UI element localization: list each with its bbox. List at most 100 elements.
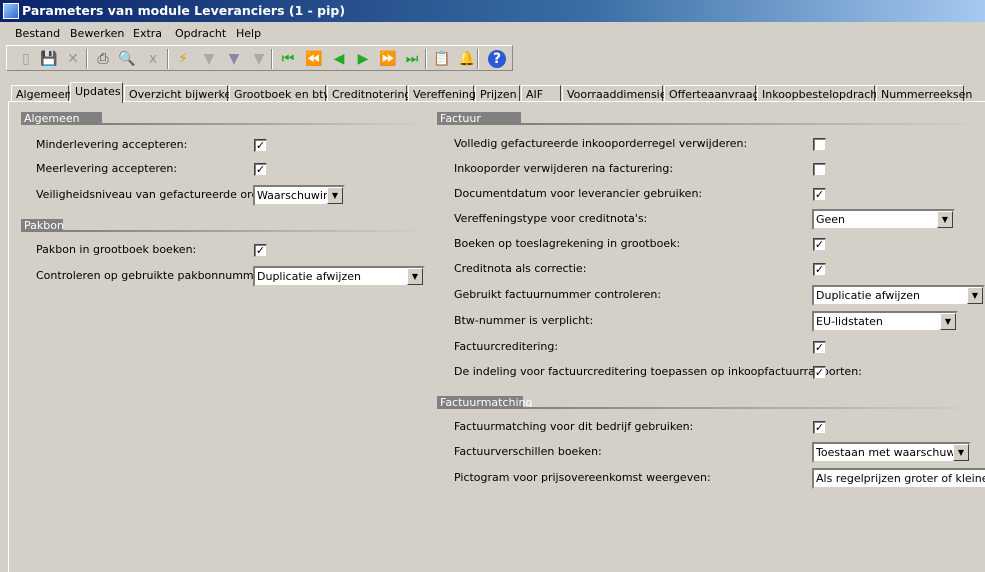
tab-voorraaddimensies[interactable]: Voorraaddimensies	[562, 85, 672, 102]
label-minderlevering-accepteren: Minderlevering accepteren:	[36, 138, 188, 151]
select-btw-nummer-is-verplicht[interactable]: EU-lidstaten ▼	[812, 311, 958, 332]
label-volledig-gefactureerde-inkooporderregel-verwijderen: Volledig gefactureerde inkooporderregel …	[454, 137, 748, 150]
checkbox-meerlevering-accepteren[interactable]: ✓	[254, 163, 267, 176]
label-factuurcreditering: Factuurcreditering:	[454, 340, 559, 353]
checkbox-minderlevering-accepteren[interactable]: ✓	[254, 139, 267, 152]
save-icon[interactable]: 💾	[40, 50, 58, 68]
group-header-factuur: Factuur	[437, 112, 521, 125]
select-value: Als regelprijzen groter of kleiner zijn	[816, 472, 985, 485]
tab-vereffening[interactable]: Vereffening	[408, 85, 476, 102]
toolbar-separator	[425, 49, 427, 69]
menu-bestand[interactable]: Bestand	[15, 27, 60, 40]
checkbox-volledig-gefactureerde-inkooporderregel-verwijderen[interactable]	[813, 138, 826, 151]
previous-record-icon[interactable]: ◀	[330, 50, 348, 68]
menu-bewerken[interactable]: Bewerken	[70, 27, 124, 40]
label-vereffeningstype-voor-creditnota-s: Vereffeningstype voor creditnota's:	[454, 212, 648, 225]
alert-icon[interactable]: 🔔	[458, 50, 476, 68]
group-divider	[521, 123, 985, 125]
menu-extra[interactable]: Extra	[133, 27, 162, 40]
group-divider	[63, 230, 430, 232]
label-pakbon-in-grootboek-boeken: Pakbon in grootboek boeken:	[36, 243, 197, 256]
first-record-icon[interactable]: ⏮	[279, 50, 297, 68]
checkbox-pakbon-in-grootboek-boeken[interactable]: ✓	[254, 244, 267, 257]
checkbox-factuurmatching-voor-dit-bedrijf-gebruiken[interactable]: ✓	[813, 421, 826, 434]
label-gebruikt-factuurnummer-controleren: Gebruikt factuurnummer controleren:	[454, 288, 662, 301]
select-gebruikt-factuurnummer-controleren[interactable]: Duplicatie afwijzen ▼	[812, 285, 985, 306]
label-pictogram-voor-prijsovereenkomst-weergeven: Pictogram voor prijsovereenkomst weergev…	[454, 471, 711, 484]
excel-icon[interactable]: x	[144, 50, 162, 68]
checkbox-boeken-op-toeslagrekening-in-grootboek[interactable]: ✓	[813, 238, 826, 251]
menu-opdracht[interactable]: Opdracht	[175, 27, 226, 40]
toolbar-separator	[86, 49, 88, 69]
tab-grootboek-en-btw[interactable]: Grootboek en btw	[229, 85, 332, 102]
filter-by-selection-icon[interactable]: ⚡	[174, 50, 192, 68]
checkbox-de-indeling-voor-factuurcreditering-toepassen-op-inkoopfactuurrapporten[interactable]: ✓	[813, 366, 826, 379]
menu-help[interactable]: Help	[236, 27, 261, 40]
select-vereffeningstype-voor-creditnota-s[interactable]: Geen ▼	[812, 209, 955, 230]
filter-advanced-icon[interactable]: ▼	[200, 50, 218, 68]
filter-edit-icon[interactable]: ▼	[225, 50, 243, 68]
chevron-down-icon[interactable]: ▼	[407, 268, 423, 285]
checkbox-documentdatum-voor-leverancier-gebruiken[interactable]: ✓	[813, 188, 826, 201]
app-icon	[3, 3, 19, 19]
next-page-icon[interactable]: ⏩	[379, 50, 397, 68]
toolbar-separator	[477, 49, 479, 69]
select-value: EU-lidstaten	[816, 315, 883, 328]
select-pictogram-voor-prijsovereenkomst-weergeven[interactable]: Als regelprijzen groter of kleiner zijn	[812, 468, 985, 489]
toolbar-separator	[271, 49, 273, 69]
group-divider	[523, 407, 985, 409]
tab-algemeen[interactable]: Algemeen	[11, 85, 72, 102]
group-header-pakbon: Pakbon	[21, 219, 64, 232]
label-inkooporder-verwijderen-na-facturering: Inkooporder verwijderen na facturering:	[454, 162, 674, 175]
window-title: Parameters van module Leveranciers (1 - …	[22, 3, 346, 18]
print-icon[interactable]: ⎙	[94, 50, 112, 68]
label-btw-nummer-is-verplicht: Btw-nummer is verplicht:	[454, 314, 594, 327]
tab-overzicht-bijwerken[interactable]: Overzicht bijwerken	[124, 85, 238, 102]
new-icon[interactable]: ▯	[17, 50, 35, 68]
previous-page-icon[interactable]: ⏪	[305, 50, 323, 68]
tab-updates[interactable]: Updates	[70, 82, 123, 103]
title-bar: Parameters van module Leveranciers (1 - …	[0, 0, 985, 22]
select-veiligheidsniveau-van-gefactureerde-orders[interactable]: Waarschuwing ▼	[253, 185, 345, 206]
label-factuurverschillen-boeken: Factuurverschillen boeken:	[454, 445, 602, 458]
label-veiligheidsniveau-van-gefactureerde-orders: Veiligheidsniveau van gefactureerde orde…	[36, 188, 280, 201]
chevron-down-icon[interactable]: ▼	[967, 287, 983, 304]
label-de-indeling-voor-factuurcreditering-toepassen-op-inkoopfactuurrapporten: De indeling voor factuurcreditering toep…	[454, 365, 862, 378]
checkbox-factuurcreditering[interactable]: ✓	[813, 341, 826, 354]
tab-nummerreeksen[interactable]: Nummerreeksen	[876, 85, 972, 102]
tab-creditnotering[interactable]: Creditnotering	[327, 85, 411, 102]
checkbox-creditnota-als-correctie[interactable]: ✓	[813, 263, 826, 276]
next-record-icon[interactable]: ▶	[354, 50, 372, 68]
tab-aif[interactable]: AIF	[521, 85, 561, 102]
label-factuurmatching-voor-dit-bedrijf-gebruiken: Factuurmatching voor dit bedrijf gebruik…	[454, 420, 694, 433]
last-record-icon[interactable]: ⏭	[403, 50, 421, 68]
label-creditnota-als-correctie: Creditnota als correctie:	[454, 262, 587, 275]
tab-inkoopbestelopdracht[interactable]: Inkoopbestelopdracht	[757, 85, 882, 102]
help-icon[interactable]: ?	[488, 50, 506, 68]
select-factuurverschillen-boeken[interactable]: Toestaan met waarschuwing ▼	[812, 442, 971, 463]
select-value: Waarschuwing	[257, 189, 337, 202]
label-documentdatum-voor-leverancier-gebruiken: Documentdatum voor leverancier gebruiken…	[454, 187, 703, 200]
label-boeken-op-toeslagrekening-in-grootboek: Boeken op toeslagrekening in grootboek:	[454, 237, 681, 250]
label-meerlevering-accepteren: Meerlevering accepteren:	[36, 162, 178, 175]
group-header-factuurmatching: Factuurmatching	[437, 396, 533, 409]
attachment-icon[interactable]: 📋	[433, 50, 451, 68]
checkbox-inkooporder-verwijderen-na-facturering[interactable]	[813, 163, 826, 176]
menu-bar: Bestand Bewerken Extra Opdracht Help	[0, 24, 985, 42]
select-controleren-op-gebruikte-pakbonnummer[interactable]: Duplicatie afwijzen ▼	[253, 266, 425, 287]
tab-offerteaanvraag[interactable]: Offerteaanvraag	[664, 85, 760, 102]
select-value: Geen	[816, 213, 846, 226]
remove-filter-icon[interactable]: ▼	[250, 50, 268, 68]
chevron-down-icon[interactable]: ▼	[937, 211, 953, 228]
chevron-down-icon[interactable]: ▼	[327, 187, 343, 204]
group-header-algemeen: Algemeen	[21, 112, 102, 125]
toolbar-separator	[167, 49, 169, 69]
print-preview-icon[interactable]: 🔍	[118, 50, 136, 68]
tab-prijzen[interactable]: Prijzen	[475, 85, 520, 102]
group-divider	[102, 123, 430, 125]
chevron-down-icon[interactable]: ▼	[953, 444, 969, 461]
select-value: Toestaan met waarschuwing	[816, 446, 971, 459]
delete-icon[interactable]: ✕	[64, 50, 82, 68]
chevron-down-icon[interactable]: ▼	[940, 313, 956, 330]
select-value: Duplicatie afwijzen	[257, 270, 362, 283]
